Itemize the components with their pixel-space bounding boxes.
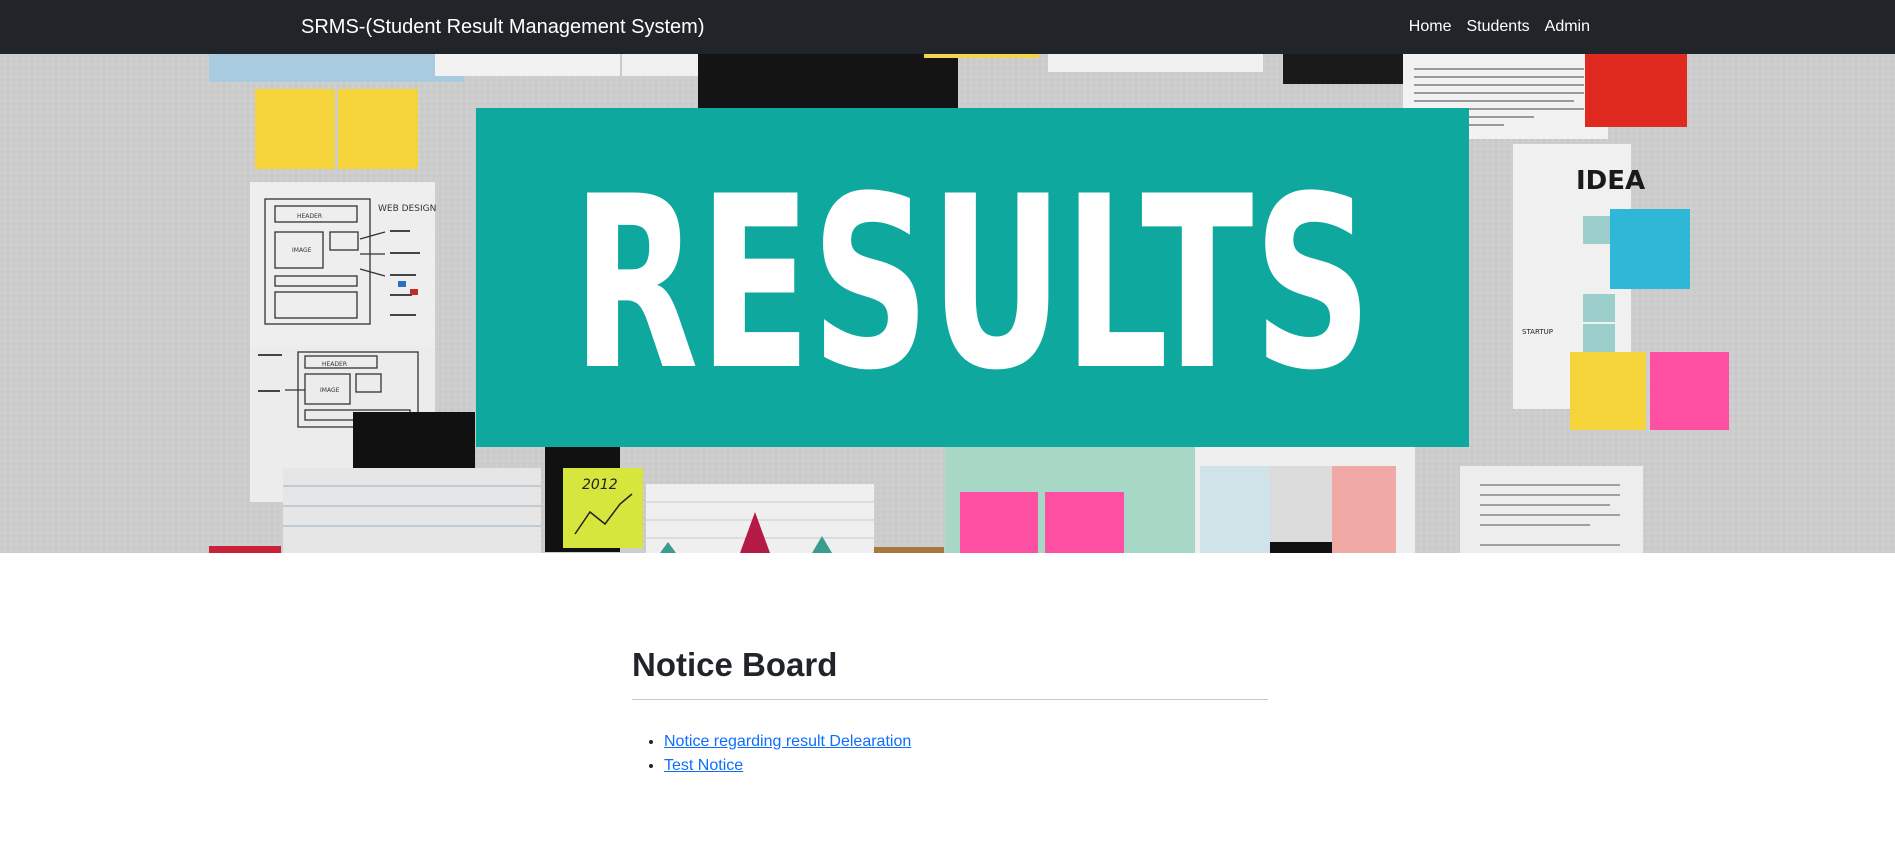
sticky-note — [338, 89, 418, 169]
svg-text:2012: 2012 — [582, 477, 618, 493]
svg-text:STARTUP: STARTUP — [1522, 328, 1553, 336]
sticky-note — [1650, 352, 1729, 430]
svg-text:IDEA: IDEA — [1576, 166, 1645, 196]
notice-board: Notice Board Notice regarding result Del… — [632, 645, 1268, 778]
list-item: Notice regarding result Delearation — [664, 730, 1268, 754]
svg-text:HEADER: HEADER — [322, 361, 347, 368]
sticky-note — [255, 89, 335, 169]
svg-text:IMAGE: IMAGE — [292, 247, 312, 254]
top-navbar: SRMS-(Student Result Management System) … — [0, 0, 1895, 54]
svg-text:HEADER: HEADER — [297, 213, 322, 220]
svg-text:IMAGE: IMAGE — [320, 387, 340, 394]
nav-students-link[interactable]: Students — [1466, 18, 1529, 36]
sticky-note — [1570, 352, 1646, 430]
results-banner-text: RESULTS — [572, 146, 1372, 423]
svg-text:WEB DESIGN: WEB DESIGN — [378, 204, 436, 214]
nav-links: Home Students Admin — [1409, 0, 1590, 54]
sticky-note — [1045, 492, 1124, 553]
list-item: Test Notice — [664, 754, 1268, 778]
notice-link-test[interactable]: Test Notice — [664, 757, 743, 774]
sticky-note — [960, 492, 1038, 553]
hero-banner-image: WEB DESIGN HEADER IMAGE HEADER IMAGE RES… — [0, 54, 1895, 553]
notice-board-divider — [632, 698, 1268, 700]
nav-admin-link[interactable]: Admin — [1545, 18, 1590, 36]
notice-link-result-declaration[interactable]: Notice regarding result Delearation — [664, 733, 911, 750]
notice-list: Notice regarding result Delearation Test… — [632, 730, 1268, 778]
brand-link[interactable]: SRMS-(Student Result Management System) — [301, 0, 705, 54]
nav-home-link[interactable]: Home — [1409, 18, 1452, 36]
notice-board-title: Notice Board — [632, 646, 838, 683]
sticky-note — [1610, 209, 1690, 289]
